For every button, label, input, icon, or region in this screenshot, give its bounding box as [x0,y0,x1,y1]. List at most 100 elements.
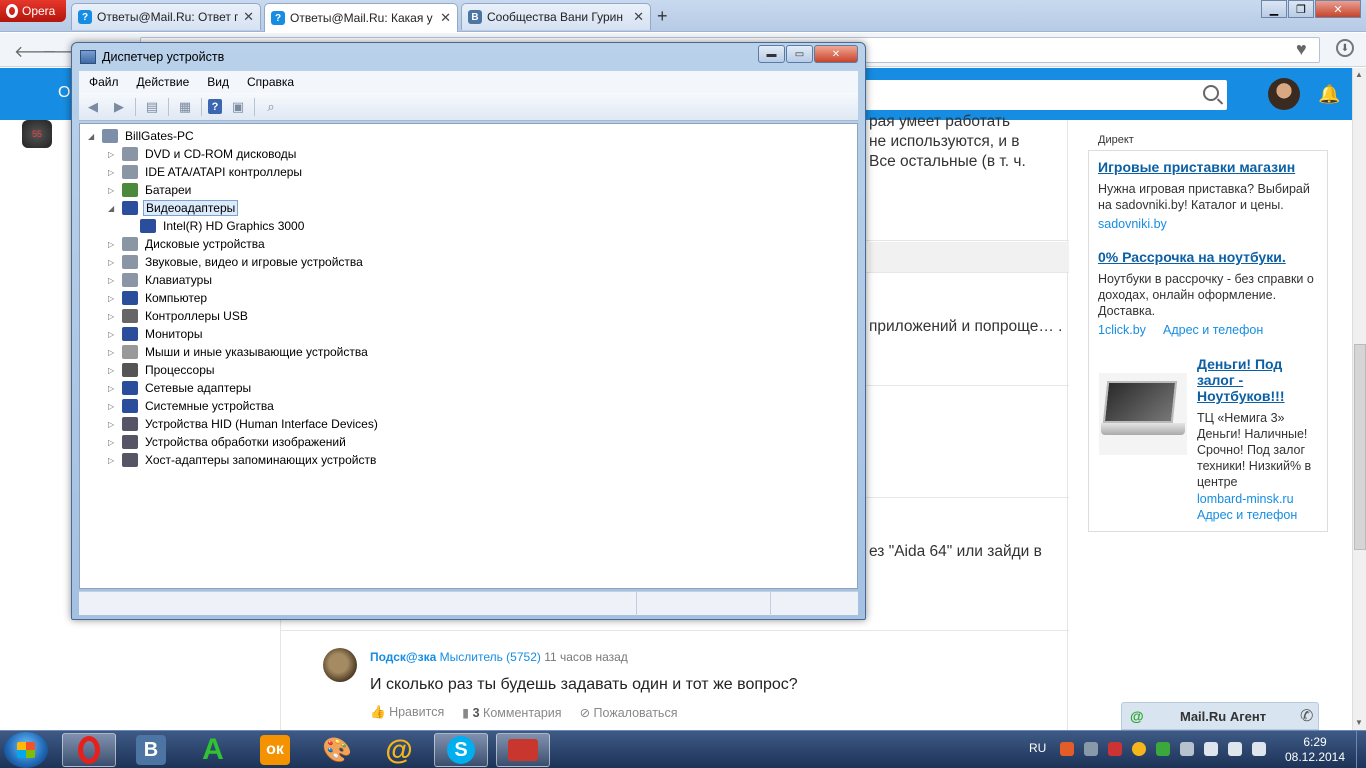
tray-network-icon[interactable] [1228,742,1242,756]
device-category[interactable]: ▷ IDE ATA/ATAPI контроллеры [108,163,304,181]
site-search-input[interactable] [865,80,1227,110]
scan-hardware-icon[interactable]: ⌕ [261,98,281,116]
device-category[interactable]: ▷ Мыши и иные указывающие устройства [108,343,370,361]
expand-icon[interactable]: ▷ [108,402,118,411]
scroll-down-icon[interactable]: ▼ [1355,718,1363,727]
opera-menu-button[interactable]: Opera [0,0,66,22]
device-category[interactable]: ▷ DVD и CD-ROM дисководы [108,145,298,163]
laptop-image[interactable] [1099,373,1187,455]
opera-taskbar-icon[interactable] [62,733,116,767]
device-category[interactable]: ▷ Дисковые устройства [108,235,267,253]
tray-torrent-icon[interactable] [1156,742,1170,756]
device-category[interactable]: ▷ Системные устройства [108,397,276,415]
back-icon[interactable]: ◀ [83,98,103,116]
expand-icon[interactable]: ▷ [108,438,118,447]
help-icon[interactable]: ? [208,99,222,114]
language-indicator[interactable]: RU [1029,741,1046,755]
comments-button[interactable]: ▮ 3 Комментария [462,705,561,720]
browser-minimize-button[interactable]: ▁ [1261,0,1287,18]
menu-view[interactable]: Вид [207,75,229,89]
ad-link[interactable]: lombard-minsk.ru [1197,492,1294,506]
expand-icon[interactable]: ▷ [108,150,118,159]
expand-icon[interactable]: ▷ [108,186,118,195]
scrollbar-thumb[interactable] [1354,344,1366,550]
clock[interactable]: 6:29 08.12.2014 [1282,735,1348,765]
mailru-agent-bar[interactable]: @ Mail.Ru Агент ✆ [1121,702,1319,730]
tray-app-icon[interactable] [1060,742,1074,756]
bell-icon[interactable]: 🔔 [1318,84,1340,104]
tab-answers-2[interactable]: ? Ответы@Mail.Ru: Какая у ✕ [264,3,458,32]
site-logo[interactable]: О [58,84,70,102]
expand-icon[interactable]: ▷ [108,240,118,249]
answer-avatar[interactable] [323,648,357,682]
tray-mail-agent-icon[interactable] [1132,742,1146,756]
scroll-up-icon[interactable]: ▲ [1355,70,1363,79]
device-category[interactable]: ▷ Компьютер [108,289,209,307]
paint-taskbar-icon[interactable]: 🎨 [310,733,364,767]
show-hide-tree-icon[interactable]: ▤ [142,98,162,116]
search-icon[interactable] [1203,85,1219,101]
tray-volume-icon[interactable] [1252,742,1266,756]
download-icon[interactable]: ⬇ [1336,39,1354,57]
ad-title[interactable]: Игровые приставки магазин [1098,159,1295,175]
device-category[interactable]: ◢ Видеоадаптеры [108,199,239,217]
ad-address-link[interactable]: Адрес и телефон [1163,323,1263,337]
minimize-button[interactable]: ▬ [758,45,785,63]
tray-app-icon[interactable] [1108,742,1122,756]
expand-icon[interactable]: ▷ [108,312,118,321]
close-button[interactable]: ✕ [814,45,858,63]
device-category[interactable]: ▷ Батареи [108,181,193,199]
ad-title[interactable]: Деньги! Под залог - Ноутбуков!!! [1197,356,1307,404]
expand-icon[interactable]: ▷ [108,384,118,393]
tab-close-icon[interactable]: ✕ [243,9,254,25]
expand-icon[interactable]: ▷ [108,348,118,357]
ad-link[interactable]: sadovniki.by [1098,217,1167,231]
new-tab-button[interactable]: + [657,6,668,27]
tab-close-icon[interactable]: ✕ [633,9,644,25]
a-app-taskbar-icon[interactable]: A [186,733,240,767]
expand-icon[interactable]: ▷ [108,294,118,303]
device-category[interactable]: ▷ Контроллеры USB [108,307,250,325]
vk-taskbar-icon[interactable]: B [124,733,178,767]
page-scrollbar[interactable]: ▲ ▼ [1352,68,1366,730]
user-badge-icon[interactable]: 55 [22,120,52,148]
tray-steam-icon[interactable] [1084,742,1098,756]
device-category[interactable]: ▷ Процессоры [108,361,217,379]
collapse-icon[interactable]: ◢ [88,132,98,141]
device-manager-taskbar-icon[interactable] [496,733,550,767]
phone-icon[interactable]: ✆ [1300,706,1313,726]
device-category[interactable]: ▷ Звуковые, видео и игровые устройства [108,253,365,271]
tab-vk-community[interactable]: B Сообщества Вани Гурин ✕ [461,3,651,30]
menu-action[interactable]: Действие [137,75,190,89]
heart-icon[interactable]: ♥ [1296,39,1307,60]
tray-display-icon[interactable] [1180,742,1194,756]
ad-address-link[interactable]: Адрес и телефон [1197,508,1297,522]
answer-author[interactable]: Подск@зка [370,650,436,664]
ad-link[interactable]: 1click.by [1098,323,1146,337]
device-category[interactable]: ▷ Мониторы [108,325,204,343]
odnoklassniki-taskbar-icon[interactable]: ок [248,733,302,767]
mail-agent-taskbar-icon[interactable]: @ [372,733,426,767]
menu-file[interactable]: Файл [89,75,119,89]
expand-icon[interactable]: ▷ [108,456,118,465]
expand-icon[interactable]: ▷ [108,258,118,267]
browser-restore-button[interactable]: ❐ [1288,0,1314,18]
tab-close-icon[interactable]: ✕ [440,10,451,26]
like-button[interactable]: 👍 Нравится [370,705,444,720]
skype-taskbar-icon[interactable]: S [434,733,488,767]
maximize-button[interactable]: ▭ [786,45,813,63]
device-category[interactable]: ▷ Сетевые адаптеры [108,379,253,397]
expand-icon[interactable]: ▷ [108,366,118,375]
menu-help[interactable]: Справка [247,75,294,89]
collapse-icon[interactable]: ◢ [108,204,118,213]
browser-close-button[interactable]: ✕ [1315,0,1361,18]
user-avatar[interactable] [1268,78,1300,110]
tab-answers-1[interactable]: ? Ответы@Mail.Ru: Ответ п ✕ [71,3,261,30]
expand-icon[interactable]: ▷ [108,330,118,339]
expand-icon[interactable]: ▷ [108,276,118,285]
answer-rank[interactable]: Мыслитель (5752) [440,650,541,664]
tree-root[interactable]: ◢ BillGates-PC [88,127,196,145]
device-category[interactable]: ▷ Устройства HID (Human Interface Devices… [108,415,380,433]
start-button[interactable] [4,732,48,768]
properties-icon[interactable]: ▦ [175,98,195,116]
